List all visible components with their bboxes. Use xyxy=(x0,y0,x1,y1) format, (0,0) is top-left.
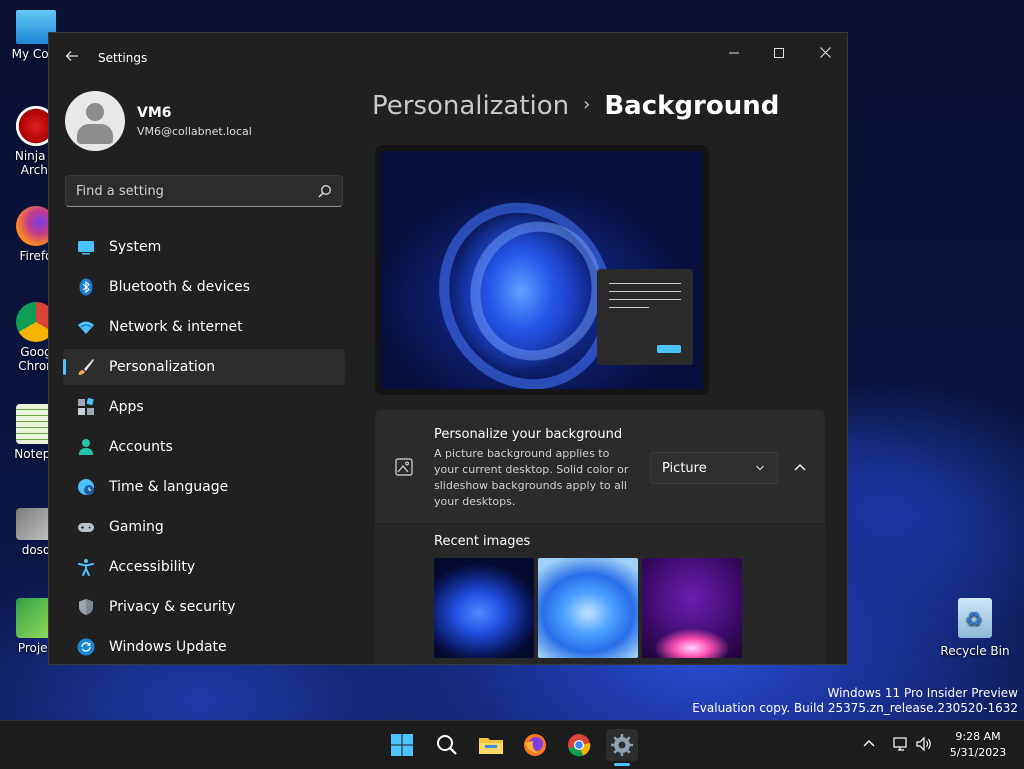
clock-globe-icon xyxy=(78,479,94,495)
desktop-icon-recycle-bin[interactable]: Recycle Bin xyxy=(940,598,1010,658)
search-box xyxy=(65,175,343,207)
recycle-bin-label: Recycle Bin xyxy=(940,644,1010,658)
sidebar-item-label: Accessibility xyxy=(109,559,196,575)
os-watermark: Windows 11 Pro Insider Preview Evaluatio… xyxy=(692,686,1018,716)
dropdown-selected-value: Picture xyxy=(662,461,707,476)
avatar xyxy=(65,91,125,151)
chevron-up-icon xyxy=(794,463,806,471)
watermark-line-1: Windows 11 Pro Insider Preview xyxy=(827,686,1018,700)
minimize-button[interactable] xyxy=(712,39,756,69)
recent-image-thumbnail[interactable] xyxy=(434,558,534,658)
page-title: Background xyxy=(604,91,780,121)
chevron-down-icon xyxy=(756,465,764,471)
picture-icon xyxy=(395,458,413,476)
card-description: A picture background applies to your cur… xyxy=(434,447,629,508)
sidebar-item-label: System xyxy=(109,239,162,255)
sidebar-item-label: Bluetooth & devices xyxy=(109,279,251,295)
maximize-icon xyxy=(774,48,784,58)
monitor-icon xyxy=(78,241,94,255)
shield-icon xyxy=(79,599,93,615)
sidebar-item-gaming[interactable]: Gaming xyxy=(63,509,345,545)
chrome-icon[interactable] xyxy=(563,729,595,761)
clock-date: 5/31/2023 xyxy=(949,746,1007,759)
firefox-icon[interactable] xyxy=(519,729,551,761)
file-explorer-icon[interactable] xyxy=(475,729,507,761)
profile-email: VM6@collabnet.local xyxy=(137,125,252,138)
system-clock[interactable]: 9:28 AM 5/31/2023 xyxy=(942,729,1014,761)
sidebar-item-time-language[interactable]: Time & language xyxy=(63,469,345,505)
sidebar-item-apps[interactable]: Apps xyxy=(63,389,345,425)
start-button-windows-icon[interactable] xyxy=(386,729,418,761)
sidebar-item-personalization[interactable]: Personalization xyxy=(63,349,345,385)
recycle-bin-icon xyxy=(958,598,992,638)
sidebar-item-label: Gaming xyxy=(109,519,164,535)
sidebar-item-accessibility[interactable]: Accessibility xyxy=(63,549,345,585)
taskbar: 9:28 AM 5/31/2023 xyxy=(0,720,1024,769)
search-input[interactable] xyxy=(66,176,326,206)
settings-gear-icon[interactable] xyxy=(606,729,638,761)
sidebar-item-label: Accounts xyxy=(109,439,173,455)
person-icon xyxy=(79,439,93,455)
breadcrumb-parent[interactable]: Personalization xyxy=(372,91,569,121)
network-icon[interactable] xyxy=(892,735,910,753)
recent-image-thumbnail[interactable] xyxy=(538,558,638,658)
recent-image-thumbnail[interactable] xyxy=(642,558,742,658)
sidebar-item-label: Apps xyxy=(109,399,144,415)
sidebar-item-privacy[interactable]: Privacy & security xyxy=(63,589,345,625)
collapse-button[interactable] xyxy=(787,452,813,484)
chevron-up-icon[interactable] xyxy=(860,735,878,753)
back-arrow-icon xyxy=(65,51,78,61)
settings-window: Settings VM6 VM6@collabnet.local System … xyxy=(48,32,848,665)
minimize-icon xyxy=(729,52,739,54)
card-title: Personalize your background xyxy=(434,427,623,442)
sidebar-item-network[interactable]: Network & internet xyxy=(63,309,345,345)
bluetooth-icon xyxy=(79,278,93,296)
profile-name: VM6 xyxy=(137,105,172,121)
sidebar-item-label: Time & language xyxy=(109,479,229,495)
close-button[interactable] xyxy=(803,39,847,69)
recent-images-title: Recent images xyxy=(434,534,531,549)
sidebar-item-label: Network & internet xyxy=(109,319,243,335)
window-title: Settings xyxy=(98,51,148,65)
accessibility-icon xyxy=(78,559,94,576)
background-type-dropdown[interactable]: Picture xyxy=(650,452,778,484)
sidebar-item-label: Personalization xyxy=(109,359,216,375)
apps-icon xyxy=(78,398,94,415)
search-icon[interactable] xyxy=(318,184,332,198)
personalize-background-card: Personalize your background A picture ba… xyxy=(375,410,825,523)
gamepad-icon xyxy=(78,523,94,532)
sidebar-item-label: Windows Update xyxy=(109,639,227,655)
title-bar: Settings xyxy=(49,33,847,81)
preview-window-mock xyxy=(597,269,693,365)
back-button[interactable] xyxy=(59,45,85,71)
maximize-button[interactable] xyxy=(757,39,801,69)
wifi-icon xyxy=(78,321,94,334)
background-preview xyxy=(375,145,709,395)
watermark-line-2: Evaluation copy. Build 25375.zn_release.… xyxy=(692,701,1018,715)
recent-images-section: Recent images xyxy=(375,524,825,664)
close-icon xyxy=(819,47,831,58)
sidebar-item-accounts[interactable]: Accounts xyxy=(63,429,345,465)
breadcrumb: Personalization › Background xyxy=(372,91,779,121)
sidebar-item-windows-update[interactable]: Windows Update xyxy=(63,629,345,664)
search-icon[interactable] xyxy=(431,729,463,761)
active-app-indicator xyxy=(614,763,630,766)
clock-time: 9:28 AM xyxy=(955,730,1001,743)
update-icon xyxy=(77,638,95,656)
sidebar-item-system[interactable]: System xyxy=(63,229,345,265)
volume-icon[interactable] xyxy=(915,735,933,753)
sidebar-item-bluetooth[interactable]: Bluetooth & devices xyxy=(63,269,345,305)
sidebar-nav: System Bluetooth & devices Network & int… xyxy=(63,229,345,664)
brush-icon xyxy=(78,359,94,375)
breadcrumb-separator: › xyxy=(583,94,591,115)
sidebar-item-label: Privacy & security xyxy=(109,599,236,615)
